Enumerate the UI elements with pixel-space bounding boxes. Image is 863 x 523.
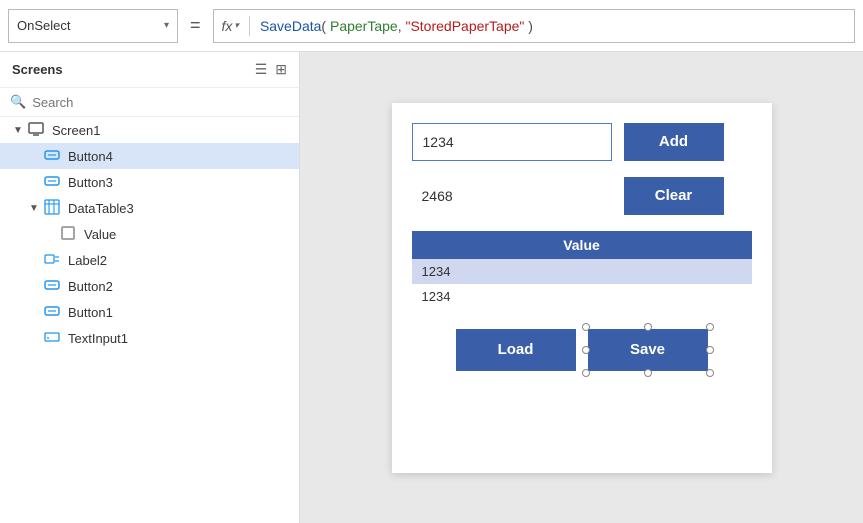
save-button-wrapper: Save: [588, 329, 708, 371]
sidebar-title: Screens: [12, 62, 63, 77]
screen-tree: ▼ Screen1 ▶ Button4 ▶ Button3 ▼ DataTabl…: [0, 117, 299, 523]
grid-view-icon[interactable]: ⊞: [275, 61, 287, 78]
input-row: Add: [412, 123, 752, 161]
table-row[interactable]: 1234: [412, 284, 752, 309]
equals-sign: =: [190, 15, 201, 36]
app-screen: Add 2468 Clear Value 12341234 Load: [392, 103, 772, 473]
sidebar-item-label: DataTable3: [68, 201, 134, 216]
formula-string: "StoredPaperTape": [405, 18, 524, 34]
formula-fn: SaveData: [260, 18, 321, 34]
sidebar-item-button2[interactable]: ▶ Button2: [0, 273, 299, 299]
sidebar-item-value[interactable]: ▶ Value: [0, 221, 299, 247]
data-table: Value 12341234: [412, 231, 752, 309]
bottom-buttons: Load Save: [412, 329, 752, 371]
main-layout: Screens ☰ ⊞ 🔍 ▼ Screen1 ▶ Button4 ▶ Butt…: [0, 52, 863, 523]
expand-arrow[interactable]: ▼: [28, 203, 40, 214]
button-icon: [44, 147, 60, 166]
search-input[interactable]: [32, 95, 289, 110]
event-selector[interactable]: OnSelect ▾: [8, 9, 178, 43]
chevron-down-icon: ▾: [164, 20, 169, 31]
value-display: 2468: [412, 182, 612, 210]
event-selector-label: OnSelect: [17, 18, 70, 33]
text-input[interactable]: [412, 123, 612, 161]
toolbar: OnSelect ▾ = fx ▾ SaveData( PaperTape, "…: [0, 0, 863, 52]
datatable-icon: [44, 199, 60, 218]
clear-button[interactable]: Clear: [624, 177, 724, 215]
sidebar-item-label: Button1: [68, 305, 113, 320]
sidebar-item-textinput1[interactable]: ▶ TextInput1: [0, 325, 299, 351]
button-icon: [44, 277, 60, 296]
search-bar: 🔍: [0, 88, 299, 117]
formula-icon: fx ▾: [222, 18, 239, 34]
sidebar-item-label: TextInput1: [68, 331, 128, 346]
sidebar: Screens ☰ ⊞ 🔍 ▼ Screen1 ▶ Button4 ▶ Butt…: [0, 52, 300, 523]
table-header-value: Value: [412, 231, 752, 259]
save-button[interactable]: Save: [588, 329, 708, 371]
sidebar-item-label: Value: [84, 227, 116, 242]
button-icon: [44, 303, 60, 322]
sidebar-header: Screens ☰ ⊞: [0, 52, 299, 88]
button-icon: [44, 173, 60, 192]
sidebar-item-label: Button3: [68, 175, 113, 190]
formula-divider: [249, 16, 250, 36]
list-view-icon[interactable]: ☰: [255, 61, 268, 78]
sidebar-item-button3[interactable]: ▶ Button3: [0, 169, 299, 195]
sidebar-item-label2[interactable]: ▶ Label2: [0, 247, 299, 273]
sidebar-item-button1[interactable]: ▶ Button1: [0, 299, 299, 325]
add-button[interactable]: Add: [624, 123, 724, 161]
checkbox-icon: [60, 225, 76, 244]
screen-icon: [28, 121, 44, 140]
sidebar-item-label: Screen1: [52, 123, 100, 138]
load-button[interactable]: Load: [456, 329, 576, 371]
sidebar-item-datatable3[interactable]: ▼ DataTable3: [0, 195, 299, 221]
sidebar-item-label: Button2: [68, 279, 113, 294]
canvas: Add 2468 Clear Value 12341234 Load: [300, 52, 863, 523]
sidebar-item-label: Button4: [68, 149, 113, 164]
label-icon: [44, 251, 60, 270]
formula-param1: PaperTape: [330, 18, 398, 34]
sidebar-item-button4[interactable]: ▶ Button4: [0, 143, 299, 169]
value-row: 2468 Clear: [412, 177, 752, 215]
table-cell-value: 1234: [412, 259, 752, 284]
sidebar-item-label: Label2: [68, 253, 107, 268]
formula-text[interactable]: SaveData( PaperTape, "StoredPaperTape" ): [260, 18, 533, 34]
expand-arrow[interactable]: ▼: [12, 125, 24, 136]
sidebar-view-controls: ☰ ⊞: [255, 61, 287, 78]
table-row[interactable]: 1234: [412, 259, 752, 284]
table-cell-value: 1234: [412, 284, 752, 309]
formula-bar: fx ▾ SaveData( PaperTape, "StoredPaperTa…: [213, 9, 855, 43]
textinput-icon: [44, 329, 60, 348]
search-icon: 🔍: [10, 94, 26, 110]
sidebar-item-screen1[interactable]: ▼ Screen1: [0, 117, 299, 143]
